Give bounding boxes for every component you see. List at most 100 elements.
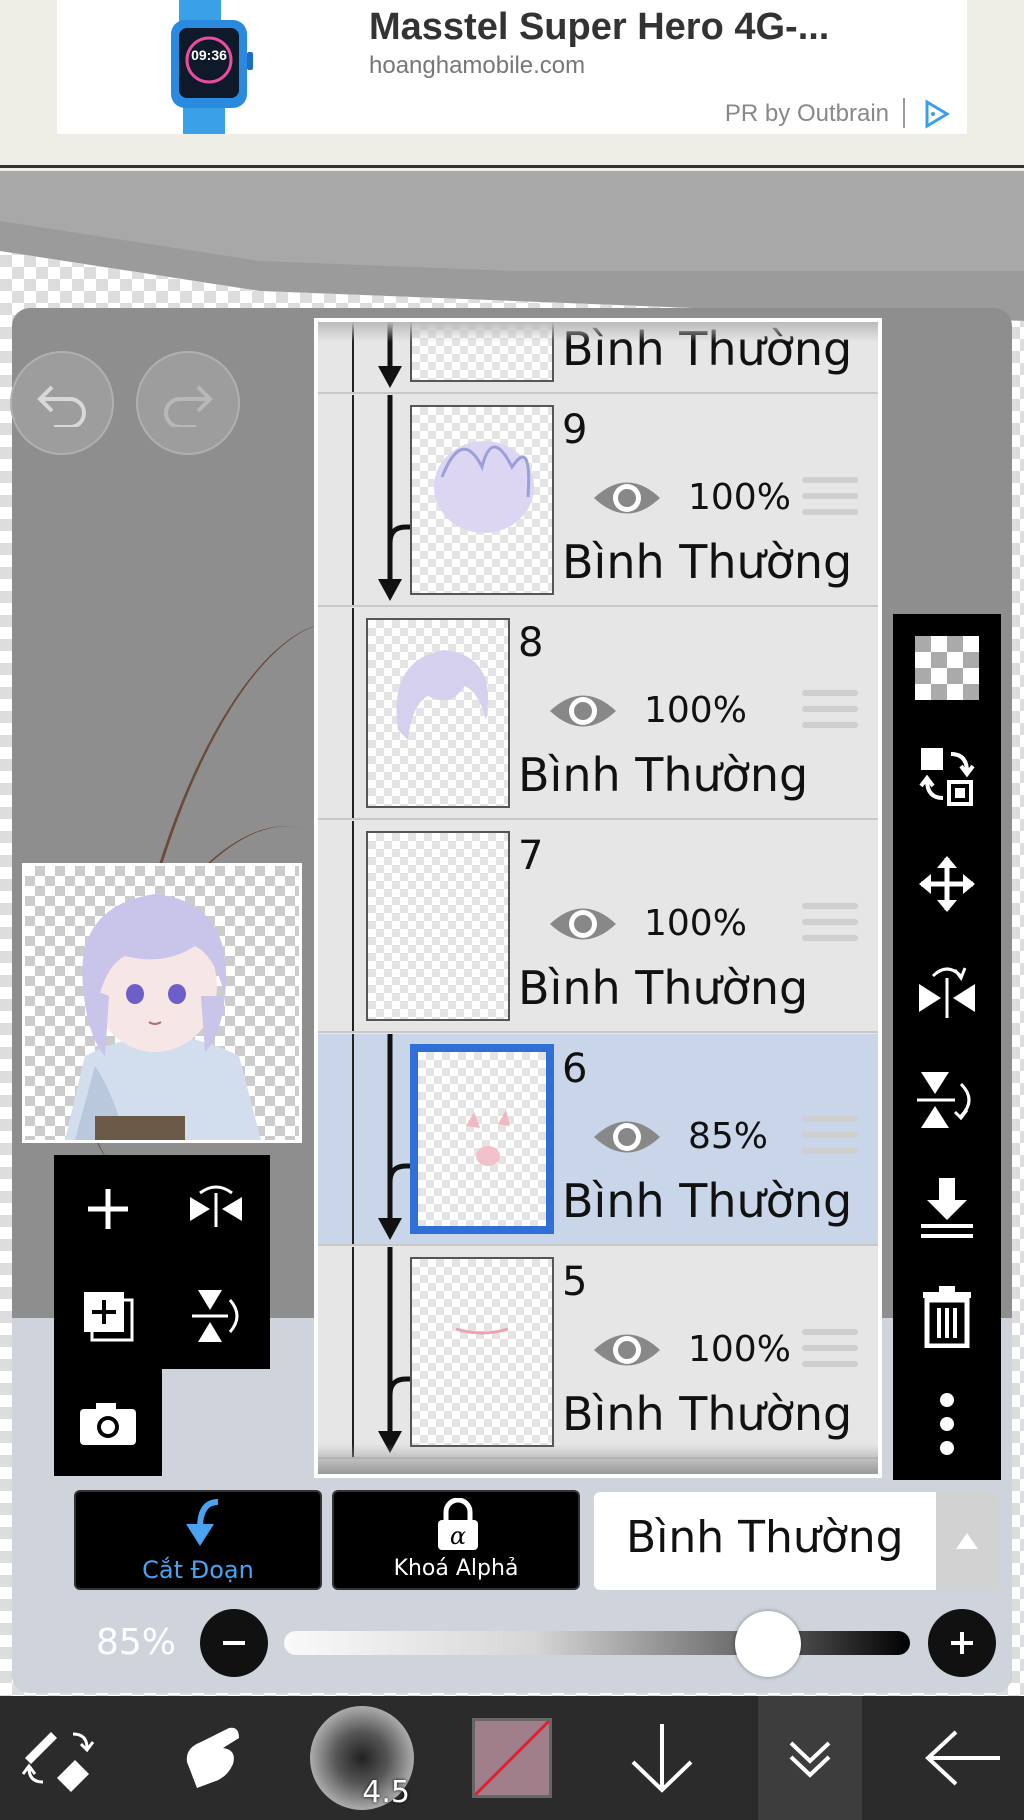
- checkerboard-icon: [915, 636, 979, 700]
- flip-layer-horizontal-button[interactable]: [893, 938, 1001, 1046]
- alpha-lock-label: Khoá Alphả: [393, 1556, 519, 1581]
- plus-icon: [951, 1632, 973, 1654]
- layer-row-5[interactable]: 5 100% Bình Thường: [318, 1247, 878, 1459]
- layer-thumbnail-art: [466, 1110, 510, 1166]
- ad-card[interactable]: 09:36 Masstel Super Hero 4G-... hoangham…: [57, 0, 967, 134]
- bottom-toolbar: 4.5: [0, 1696, 1024, 1820]
- redo-button[interactable]: [136, 351, 240, 455]
- layer-number: 5: [562, 1259, 588, 1305]
- import-photo-button[interactable]: [54, 1369, 162, 1476]
- blend-mode-dropdown-button[interactable]: [936, 1492, 998, 1590]
- visibility-eye-icon[interactable]: [546, 901, 620, 947]
- canvas-background-top: [0, 171, 1024, 271]
- flip-layer-vertical-button[interactable]: [893, 1046, 1001, 1154]
- drag-handle-icon[interactable]: [802, 690, 858, 730]
- opacity-label: 85%: [96, 1622, 177, 1663]
- layer-row-8[interactable]: 8 100% Bình Thường: [318, 608, 878, 820]
- flip-vertical-icon: [917, 1072, 971, 1128]
- layer-row-6[interactable]: 6 85% Bình Thường: [318, 1034, 878, 1246]
- redo-icon: [164, 385, 213, 427]
- arrow-left-icon: [925, 1730, 1000, 1786]
- drag-handle-icon[interactable]: [802, 1116, 858, 1156]
- visibility-eye-icon[interactable]: [590, 475, 664, 521]
- layer-thumbnail[interactable]: [366, 831, 510, 1021]
- add-layer-button[interactable]: [54, 1155, 162, 1262]
- plus-icon: [88, 1188, 128, 1229]
- add-layer-copy-button[interactable]: [54, 1262, 162, 1369]
- merge-down-button[interactable]: [893, 1154, 1001, 1262]
- alpha-lock-icon: α: [438, 1498, 478, 1550]
- canvas-preview[interactable]: [22, 863, 302, 1143]
- layer-thumbnail[interactable]: [410, 1044, 554, 1234]
- layer-side-toolbar: [893, 614, 1001, 1480]
- clipping-arrow-icon: [186, 1499, 219, 1546]
- layer-number: 6: [562, 1046, 588, 1092]
- visibility-eye-icon[interactable]: [590, 1114, 664, 1160]
- preview-artwork: [65, 894, 261, 1140]
- finger-smudge-button[interactable]: [150, 1696, 274, 1820]
- opacity-slider-handle[interactable]: [735, 1611, 802, 1677]
- undo-button[interactable]: [10, 351, 114, 455]
- swap-layer-button[interactable]: [893, 722, 1001, 830]
- transparent-fill-button[interactable]: [893, 614, 1001, 722]
- list-top-shadow: [318, 322, 878, 342]
- color-picker-button[interactable]: [450, 1696, 574, 1820]
- drag-handle-icon[interactable]: [802, 903, 858, 943]
- layer-list[interactable]: 10100%Bình Thường9100%Bình Thường8100%Bì…: [318, 322, 878, 1474]
- brush-size-value: 4.5: [362, 1775, 410, 1810]
- ad-banner: 09:36 Masstel Super Hero 4G-... hoangham…: [0, 0, 1024, 168]
- alpha-lock-button[interactable]: α Khoá Alphả: [332, 1490, 580, 1590]
- move-layer-button[interactable]: [893, 830, 1001, 938]
- layer-blend-mode: Bình Thường: [562, 1174, 853, 1228]
- layer-tool-grid: [54, 1155, 270, 1477]
- finger-icon: [186, 1727, 239, 1788]
- move-icon: [919, 856, 975, 912]
- brush-eraser-swap-icon: [21, 1732, 95, 1792]
- watch-time: 09:36: [191, 47, 227, 63]
- layer-down-button[interactable]: [600, 1696, 724, 1820]
- layer-thumbnail[interactable]: [366, 618, 510, 808]
- more-options-button[interactable]: [893, 1370, 1001, 1478]
- brush-size-button[interactable]: 4.5: [300, 1696, 424, 1820]
- visibility-eye-icon[interactable]: [590, 1327, 664, 1373]
- triangle-up-icon: [956, 1533, 978, 1549]
- adchoices-icon[interactable]: [921, 98, 953, 130]
- opacity-decrease-button[interactable]: [200, 1609, 268, 1677]
- camera-icon: [80, 1402, 136, 1445]
- layer-thumbnail[interactable]: [410, 1257, 554, 1447]
- brush-eraser-toggle-button[interactable]: [0, 1696, 124, 1820]
- opacity-increase-button[interactable]: [928, 1609, 996, 1677]
- layer-thumbnail[interactable]: [410, 405, 554, 595]
- layer-panel-toggle-button[interactable]: [758, 1696, 862, 1820]
- ad-title[interactable]: Masstel Super Hero 4G-...: [369, 6, 829, 49]
- layer-blend-mode: Bình Thường: [562, 535, 853, 589]
- drag-handle-icon[interactable]: [802, 1329, 858, 1369]
- back-button[interactable]: [900, 1696, 1024, 1820]
- layer-row-7[interactable]: 7 100% Bình Thường: [318, 821, 878, 1033]
- layer-opacity: 100%: [688, 477, 791, 518]
- trash-icon: [923, 1286, 971, 1348]
- layer-panel[interactable]: 10100%Bình Thường9100%Bình Thường8100%Bì…: [314, 318, 882, 1478]
- swap-icon: [919, 748, 975, 806]
- opacity-slider-track[interactable]: [284, 1631, 910, 1655]
- layer-tree-guide: [352, 395, 354, 605]
- flip-vertical-button[interactable]: [162, 1262, 270, 1369]
- ad-sponsor[interactable]: PR by Outbrain: [725, 100, 889, 128]
- current-color-swatch: [472, 1718, 552, 1798]
- app-root: 09:36 Masstel Super Hero 4G-... hoangham…: [0, 0, 1024, 1820]
- drag-handle-icon[interactable]: [802, 477, 858, 517]
- delete-layer-button[interactable]: [893, 1262, 1001, 1370]
- arrow-down-icon: [631, 1724, 693, 1793]
- layer-number: 8: [518, 620, 544, 666]
- flip-horizontal-icon: [190, 1185, 242, 1227]
- smartwatch-image: 09:36: [171, 0, 253, 134]
- flip-horizontal-button[interactable]: [162, 1155, 270, 1262]
- layer-blend-mode: Bình Thường: [562, 1387, 853, 1441]
- blend-mode-select[interactable]: Bình Thường: [594, 1492, 998, 1590]
- clipping-button[interactable]: Cắt Đoạn: [74, 1490, 322, 1590]
- visibility-eye-icon[interactable]: [546, 688, 620, 734]
- layer-opacity: 100%: [644, 690, 747, 731]
- layer-row-9[interactable]: 9 100% Bình Thường: [318, 395, 878, 607]
- minus-icon: [223, 1641, 245, 1645]
- layer-blend-mode: Bình Thường: [518, 748, 809, 802]
